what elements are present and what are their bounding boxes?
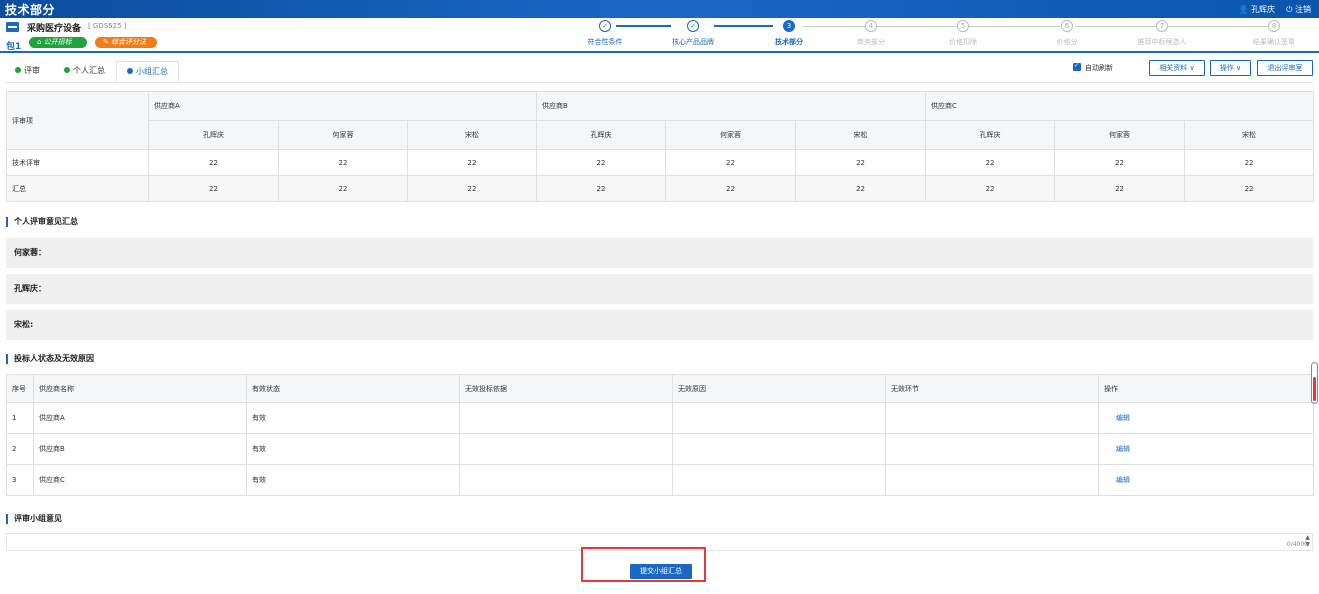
score-summary-table: 评审项 供应商A 供应商B 供应商C 孔辉庆 何家蓉 宋松 孔辉庆 何家蓉 宋松… bbox=[6, 91, 1315, 202]
expert-header: 孔辉庆 bbox=[148, 120, 279, 150]
expert-header: 宋松 bbox=[1184, 120, 1315, 150]
status-dot-icon bbox=[15, 66, 21, 73]
expert-header: 孔辉庆 bbox=[925, 120, 1056, 150]
step-3[interactable]: 3 技术部分 bbox=[749, 19, 829, 47]
char-counter: 0/4000 bbox=[1286, 541, 1308, 548]
status-section-title: 投标人状态及无效原因 bbox=[6, 354, 94, 364]
submit-group-summary-button[interactable]: 提交小组汇总 bbox=[630, 564, 692, 579]
step-5: 5 价格扣除 bbox=[949, 20, 977, 46]
auto-refresh-checkbox[interactable]: 自动刷新 bbox=[1073, 62, 1113, 73]
related-docs-button[interactable]: 相关资料 ∨ bbox=[1149, 60, 1205, 76]
edit-link[interactable]: 编辑 bbox=[1098, 402, 1314, 434]
status-dot-icon bbox=[127, 67, 133, 74]
edit-link[interactable]: 编辑 bbox=[1098, 433, 1314, 465]
expert-header: 何家蓉 bbox=[1054, 120, 1186, 150]
project-header: 采购医疗设备 [ GDS525 ] 包1 ⌂ 公开招标 ✎ 综合评分法 ✓ 符合性… bbox=[0, 18, 1319, 53]
tab-review[interactable]: 评审 bbox=[15, 61, 40, 82]
step-6: 6 价格分 bbox=[1056, 20, 1078, 46]
edit-link[interactable]: 编辑 bbox=[1098, 464, 1314, 496]
table-row: 技术评审 22 22 22 22 22 22 22 22 22 bbox=[6, 149, 1315, 176]
opinion-item: 宋松: bbox=[6, 310, 1313, 340]
expert-header: 宋松 bbox=[406, 120, 538, 150]
scoring-method-badge: ✎ 综合评分法 bbox=[95, 37, 157, 48]
tab-personal-summary[interactable]: 个人汇总 bbox=[64, 61, 105, 82]
step-8: 8 结果确认签章 bbox=[1253, 20, 1295, 46]
table-row: 1 供应商A 有效 编辑 bbox=[6, 402, 1314, 434]
supplier-header: 供应商A bbox=[147, 91, 538, 121]
step-7: 7 推荐中标候选人 bbox=[1137, 20, 1187, 46]
group-opinion-section-title: 评审小组意见 bbox=[6, 514, 62, 524]
operations-button[interactable]: 操作 ∨ bbox=[1210, 60, 1251, 76]
progress-steps: ✓ 符合性条件 ✓ 核心产品品牌 3 技术部分 4 商务部分 5 价格扣除 6 价格分 7推… bbox=[548, 19, 1319, 53]
table-row: 3 供应商C 有效 编辑 bbox=[6, 464, 1314, 496]
open-bidding-badge: ⌂ 公开招标 bbox=[29, 37, 87, 48]
opinion-item: 何家蓉： bbox=[6, 238, 1313, 268]
status-dot-icon bbox=[64, 66, 70, 73]
bidder-status-table: 序号 供应商名称 有效状态 无效投标依据 无效原因 无效环节 操作 1 供应商A… bbox=[6, 374, 1314, 496]
checkbox-checked-icon bbox=[1073, 62, 1081, 71]
logout-button[interactable]: ⏻ 注销 bbox=[1286, 4, 1311, 15]
opinion-section-title: 个人评审意见汇总 bbox=[6, 217, 78, 227]
top-bar: 技术部分 👤 孔辉庆 ⏻ 注销 bbox=[0, 0, 1319, 18]
user-icon: 👤 bbox=[1238, 5, 1249, 14]
step-2[interactable]: ✓ 核心产品品牌 bbox=[653, 19, 733, 47]
exit-review-button[interactable]: 退出评审室 bbox=[1257, 60, 1313, 76]
expert-header: 孔辉庆 bbox=[536, 120, 667, 150]
opinion-item: 孔辉庆： bbox=[6, 274, 1313, 304]
project-icon bbox=[6, 22, 19, 32]
supplier-header: 供应商C bbox=[925, 91, 1315, 121]
item-header: 评审项 bbox=[6, 91, 149, 150]
step-1[interactable]: ✓ 符合性条件 bbox=[565, 19, 645, 47]
tab-group-summary[interactable]: 小组汇总 bbox=[116, 61, 179, 82]
expert-header: 何家蓉 bbox=[278, 120, 408, 150]
package-label: 包1 bbox=[6, 42, 22, 52]
project-name: 采购医疗设备 bbox=[27, 24, 82, 34]
current-user[interactable]: 👤 孔辉庆 bbox=[1238, 4, 1275, 15]
page-title: 技术部分 bbox=[5, 3, 56, 17]
supplier-header: 供应商B bbox=[536, 91, 927, 121]
power-icon: ⏻ bbox=[1286, 5, 1293, 14]
table-row: 汇总 22 22 22 22 22 22 22 22 22 bbox=[6, 175, 1315, 202]
tab-divider bbox=[6, 82, 1313, 83]
table-row: 2 供应商B 有效 编辑 bbox=[6, 433, 1314, 465]
project-code: [ GDS525 ] bbox=[88, 22, 127, 30]
scrollbar[interactable] bbox=[1311, 362, 1318, 404]
step-4: 4 商务部分 bbox=[857, 20, 885, 46]
submit-highlight: 提交小组汇总 bbox=[581, 547, 706, 582]
expert-header: 宋松 bbox=[795, 120, 927, 150]
expert-header: 何家蓉 bbox=[665, 120, 797, 150]
